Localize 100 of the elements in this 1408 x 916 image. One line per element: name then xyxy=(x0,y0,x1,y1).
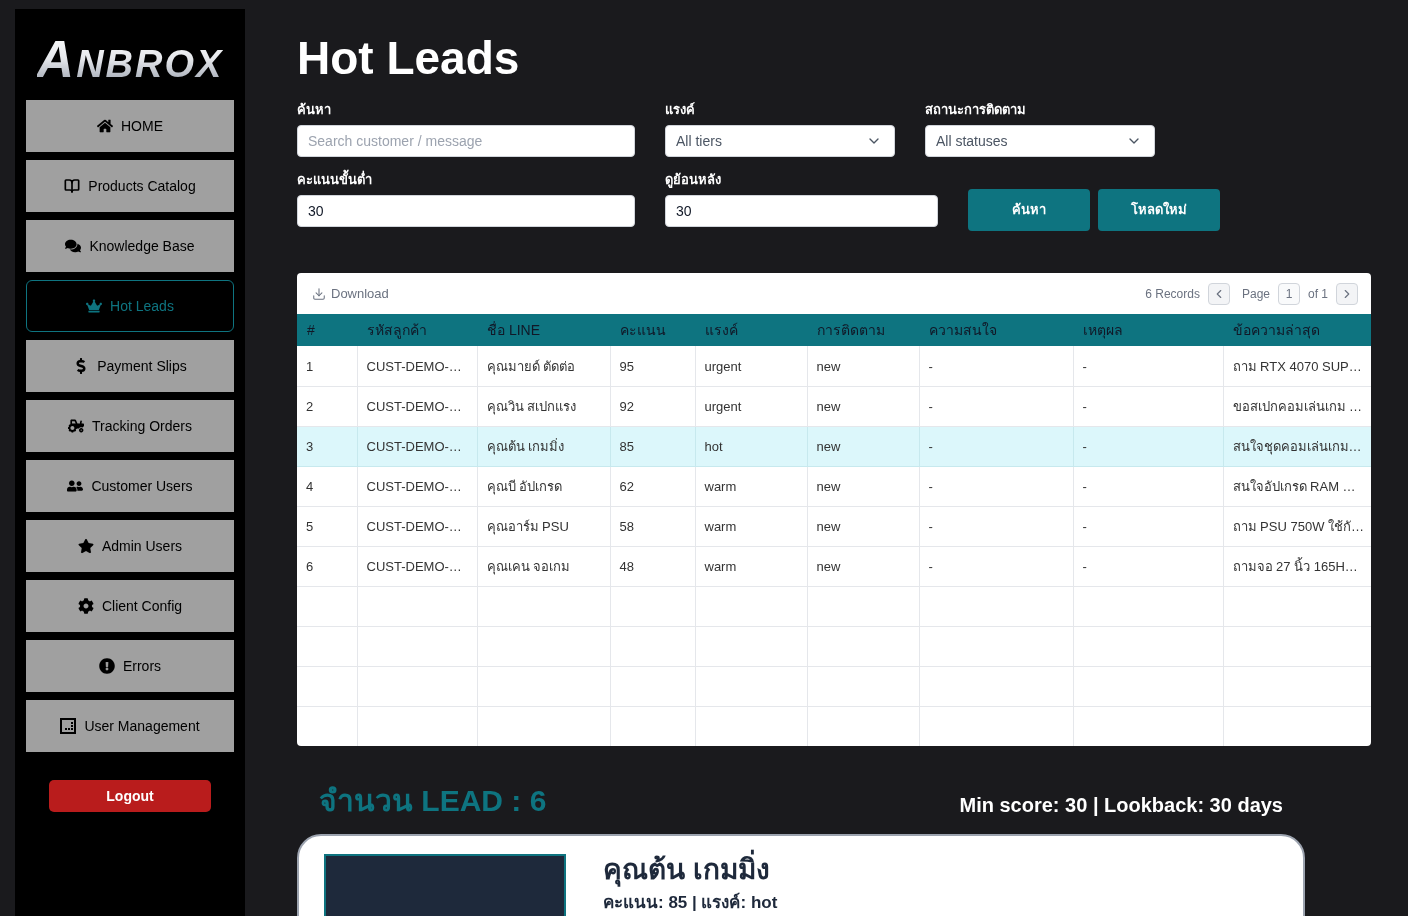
text-field[interactable]: 30 xyxy=(297,195,635,227)
table-cell: warm xyxy=(704,519,737,534)
nav-button[interactable]: Hot Leads xyxy=(26,280,234,332)
previous-page-button[interactable] xyxy=(1207,282,1230,305)
table-row[interactable]: 4 CUST-DEMO-… คุณบี อัปเกรด 62 warm new - - สนใจอัปเกรด RAM … xyxy=(297,466,1371,506)
field-label: สถานะการติดตาม xyxy=(925,101,1026,118)
page-label: Page xyxy=(1241,285,1270,303)
table-cell: 2 xyxy=(306,399,314,414)
table-cell: ถามจอ 27 นิ้ว 165H… xyxy=(1232,559,1358,574)
table-cell: ถาม RTX 4070 SUP… xyxy=(1232,358,1362,374)
table-cell: hot xyxy=(704,439,723,454)
table-row[interactable]: 2 CUST-DEMO-… คุณวิน สเปกแรง 92 urgent new - - ขอสเปกคอมเล่นเกม … xyxy=(297,386,1371,426)
table-cell: - xyxy=(1082,519,1087,534)
table-cell: warm xyxy=(704,479,737,494)
column-header: ข้อความล่าสุด xyxy=(1223,314,1371,346)
table-cell: - xyxy=(1082,358,1087,374)
nav-button[interactable]: Products Catalog xyxy=(26,160,234,212)
table-cell: 1 xyxy=(306,358,314,374)
table-cell: new xyxy=(816,519,841,534)
criteria-text: Min score: 30 | Lookback: 30 days xyxy=(959,793,1283,817)
page-field[interactable]: 1 xyxy=(1278,282,1300,305)
text-field[interactable]: 30 xyxy=(665,195,938,227)
nav-button[interactable]: Payment Slips xyxy=(26,340,234,392)
nav-button[interactable]: Tracking Orders xyxy=(26,400,234,452)
column-header: เหตุผล xyxy=(1073,314,1223,346)
table-cell: 48 xyxy=(619,559,634,574)
table-cell: - xyxy=(1082,479,1087,494)
table-cell: คุณเคน จอเกม xyxy=(486,559,571,574)
nav-button[interactable]: Admin Users xyxy=(26,520,234,572)
table-cell: ขอสเปกคอมเล่นเกม … xyxy=(1232,399,1363,414)
table-cell: CUST-DEMO-… xyxy=(366,559,462,574)
column-header: คะแนน xyxy=(610,314,695,346)
star-icon xyxy=(77,538,94,554)
table-cell: ถาม PSU 750W ใช้กั… xyxy=(1232,519,1365,534)
column-header: ชื่อ LINE xyxy=(477,314,610,346)
nav-button[interactable]: Customer Users xyxy=(26,460,234,512)
nav-button[interactable]: User Management xyxy=(26,700,234,752)
table-cell: CUST-DEMO-… xyxy=(366,399,462,414)
table-cell: warm xyxy=(704,559,737,574)
table-row[interactable]: 5 CUST-DEMO-… คุณอาร์ม PSU 58 warm new - - ถาม PSU 750W ใช้กั… xyxy=(297,506,1371,546)
lead-details: คะแนน: 85 | แรงค์: hot xyxy=(603,892,778,914)
nav-button[interactable]: Client Config xyxy=(26,580,234,632)
table-cell: new xyxy=(816,399,841,414)
chat-bubbles-icon xyxy=(65,238,82,254)
dropdown[interactable]: All statuses xyxy=(925,125,1155,157)
table-row[interactable]: 3 CUST-DEMO-… คุณต้น เกมมิ่ง 85 hot new - - สนใจชุดคอมเล่นเกม… xyxy=(297,426,1371,466)
column-header: แรงค์ xyxy=(695,314,807,346)
table-cell: คุณมายด์ ตัดต่อ xyxy=(486,358,576,374)
table-cell: สนใจอัปเกรด RAM … xyxy=(1232,479,1356,494)
lead-name: คุณต้น เกมมิ่ง xyxy=(603,848,770,892)
nav-button[interactable]: Knowledge Base xyxy=(26,220,234,272)
field-label: คะแนนขั้นต่ำ xyxy=(297,171,372,188)
table-cell: 92 xyxy=(619,399,634,414)
square-dots-icon xyxy=(60,718,77,734)
action-button[interactable]: โหลดใหม่ xyxy=(1098,189,1220,231)
table-cell: - xyxy=(928,439,933,454)
table-cell: - xyxy=(1082,399,1087,414)
download-button[interactable]: Download xyxy=(312,283,389,304)
field-label: แรงค์ xyxy=(665,101,695,118)
column-header: รหัสลูกค้า xyxy=(357,314,477,346)
table-cell: CUST-DEMO-… xyxy=(366,358,462,374)
table-cell: 5 xyxy=(306,519,314,534)
table-cell: - xyxy=(1082,559,1087,574)
table-row[interactable]: 1 CUST-DEMO-… คุณมายด์ ตัดต่อ 95 urgent new - - ถาม RTX 4070 SUP… xyxy=(297,346,1371,386)
table-cell: สนใจชุดคอมเล่นเกม… xyxy=(1232,439,1362,454)
home-icon xyxy=(97,118,113,134)
table-cell: CUST-DEMO-… xyxy=(366,519,462,534)
column-header: การติดตาม xyxy=(807,314,919,346)
table-cell: - xyxy=(928,559,933,574)
table-cell: new xyxy=(816,479,841,494)
table-cell: คุณบี อัปเกรด xyxy=(486,479,563,494)
table-cell: CUST-DEMO-… xyxy=(366,439,462,454)
dropdown[interactable]: All tiers xyxy=(665,125,895,157)
table-cell: 4 xyxy=(306,479,314,494)
table-cell: 58 xyxy=(619,519,634,534)
page-total: of 1 xyxy=(1308,285,1328,303)
nav-button[interactable]: Errors xyxy=(26,640,234,692)
table-cell: - xyxy=(1082,439,1087,454)
next-page-button[interactable] xyxy=(1336,282,1358,305)
action-button[interactable]: ค้นหา xyxy=(968,189,1090,231)
users-icon xyxy=(67,478,84,494)
text-field[interactable]: Search customer / message xyxy=(297,125,635,157)
table-cell: 6 xyxy=(306,559,314,574)
table-cell: new xyxy=(816,439,841,454)
settings-icon xyxy=(77,598,94,614)
record-count: 6 Records xyxy=(1145,285,1200,303)
table-cell: 85 xyxy=(619,439,634,454)
page-title: Hot Leads xyxy=(297,31,520,86)
lead-count: จำนวน LEAD : 6 xyxy=(319,783,547,819)
table-cell: urgent xyxy=(704,358,742,374)
nav-button[interactable]: HOME xyxy=(26,100,234,152)
logout-button[interactable]: Logout xyxy=(49,780,211,812)
table-cell: new xyxy=(816,559,841,574)
table-cell: 95 xyxy=(619,358,634,374)
table-row[interactable]: 6 CUST-DEMO-… คุณเคน จอเกม 48 warm new - - ถามจอ 27 นิ้ว 165H… xyxy=(297,546,1371,586)
table-cell: คุณอาร์ม PSU xyxy=(486,519,569,534)
tractor-icon xyxy=(68,418,85,434)
table-cell: 3 xyxy=(306,439,314,454)
table-cell: urgent xyxy=(704,399,742,414)
download-icon xyxy=(312,286,326,301)
